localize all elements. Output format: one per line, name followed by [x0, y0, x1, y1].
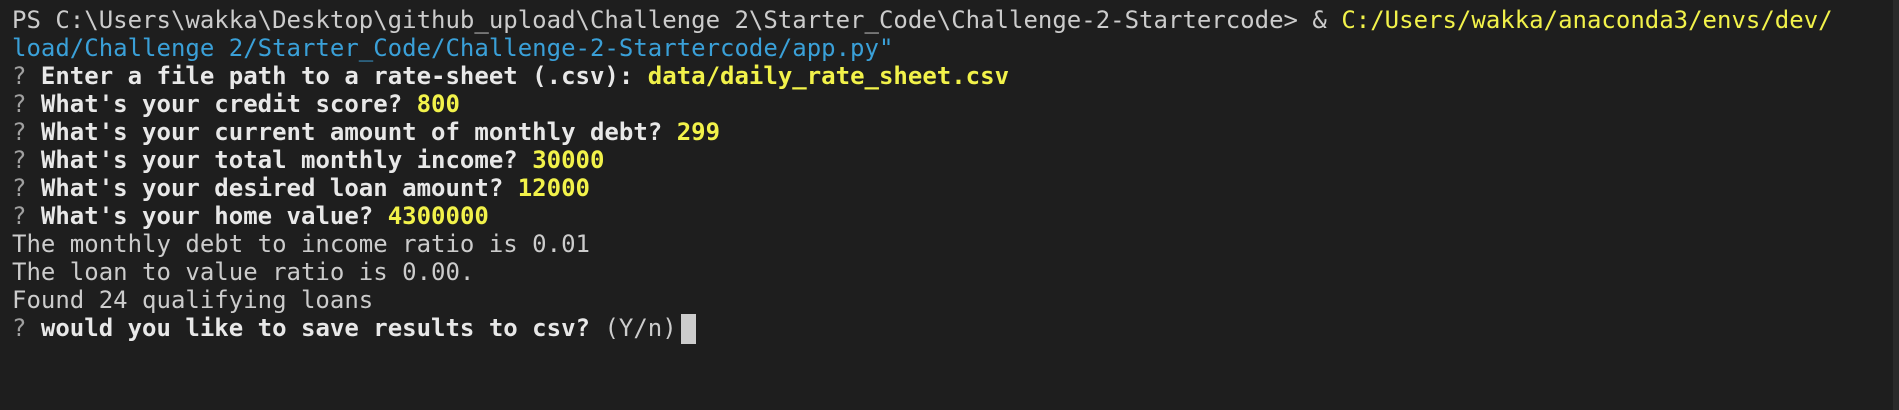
- answer-text: 4300000: [387, 202, 489, 230]
- answer-text: 30000: [532, 146, 605, 174]
- question-mark-icon: ?: [12, 118, 27, 146]
- text-cursor[interactable]: [680, 314, 696, 344]
- question-mark-icon: ?: [12, 146, 27, 174]
- terminal-window[interactable]: PS C:\Users\wakka\Desktop\github_upload\…: [0, 0, 1899, 410]
- question-text: What's your credit score?: [40, 90, 403, 118]
- save-prompt-line[interactable]: ? would you like to save results to csv?…: [12, 311, 696, 345]
- save-question-text: would you like to save results to csv?: [40, 314, 590, 342]
- shell-prompt: PS C:\Users\wakka\Desktop\github_upload\…: [12, 6, 1342, 34]
- question-text: What's your home value?: [40, 202, 374, 230]
- question-mark-icon: ?: [12, 202, 27, 230]
- question-mark-icon: ?: [12, 314, 27, 342]
- answer-text: 299: [676, 118, 721, 146]
- question-mark-icon: ?: [12, 62, 27, 90]
- question-text: What's your total monthly income?: [40, 146, 518, 174]
- python-path: C:/Users/wakka/anaconda3/envs/dev/: [1341, 6, 1833, 34]
- question-text: What's your current amount of monthly de…: [40, 118, 663, 146]
- question-text: What's your desired loan amount?: [40, 174, 504, 202]
- yes-no-hint: (Y/n): [604, 314, 677, 342]
- question-text: Enter a file path to a rate-sheet (.csv)…: [40, 62, 634, 90]
- question-mark-icon: ?: [12, 90, 27, 118]
- vertical-scrollbar[interactable]: [1893, 0, 1899, 410]
- question-mark-icon: ?: [12, 174, 27, 202]
- answer-text: data/daily_rate_sheet.csv: [647, 62, 1010, 90]
- answer-text: 12000: [517, 174, 590, 202]
- answer-text: 800: [416, 90, 460, 118]
